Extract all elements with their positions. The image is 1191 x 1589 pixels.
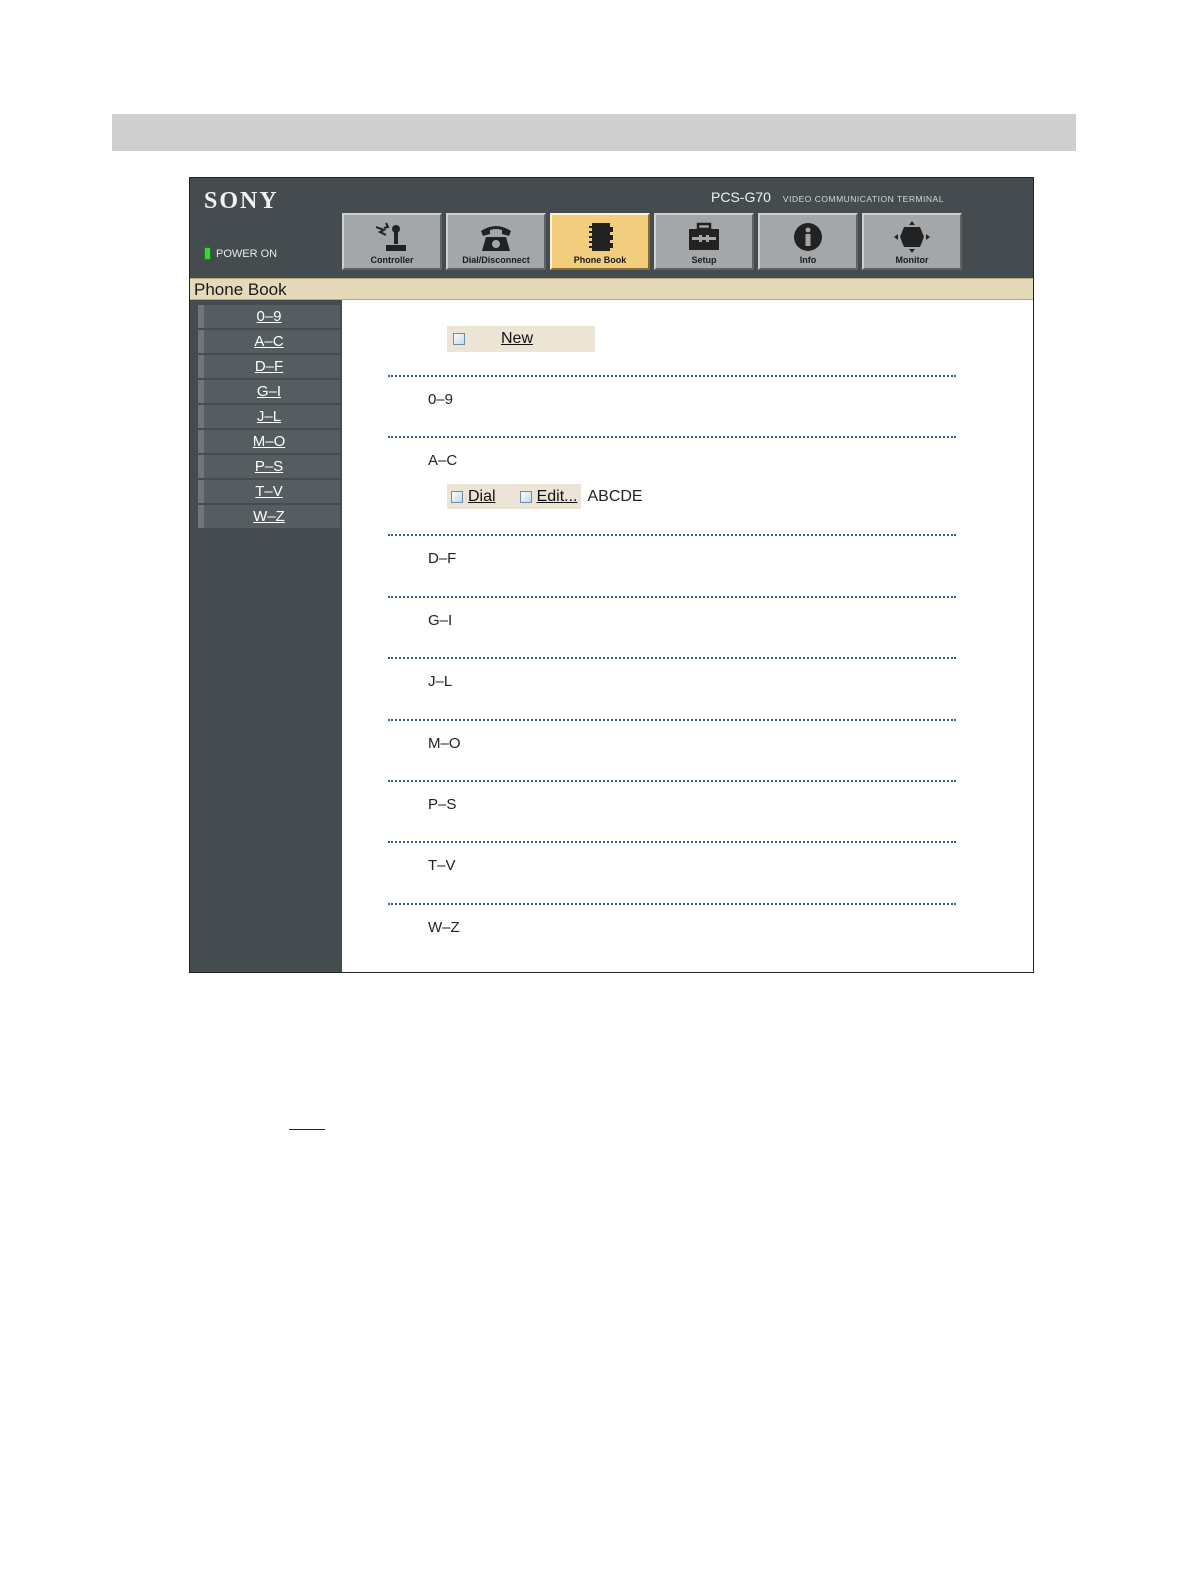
sidebar-item-label: J–L	[256, 408, 282, 425]
group-0-9: 0–9	[388, 375, 956, 408]
sidebar-item-a-c[interactable]: A–C	[198, 330, 340, 353]
info-icon	[794, 223, 822, 251]
group-heading: G–I	[428, 612, 453, 629]
model-info: PCS-G70 VIDEO COMMUNICATION TERMINAL	[711, 189, 944, 205]
sidebar-item-m-o[interactable]: M–O	[198, 430, 340, 453]
group-t-v: T–V	[388, 841, 956, 874]
sidebar-item-label: P–S	[254, 458, 284, 475]
sidebar-item-t-v[interactable]: T–V	[198, 480, 340, 503]
group-heading: T–V	[428, 857, 456, 874]
phone-book-content: New 0–9 A–C Dial Edit... ABCDE D–F G–I J…	[342, 300, 1033, 972]
tab-setup[interactable]: Setup	[654, 213, 754, 270]
group-heading: M–O	[428, 735, 461, 752]
tab-dial-disconnect[interactable]: Dial/Disconnect	[446, 213, 546, 270]
dial-button[interactable]: Dial	[447, 484, 500, 509]
group-heading: J–L	[428, 673, 453, 690]
tab-phone-book-label: Phone Book	[573, 255, 627, 265]
sidebar-item-j-l[interactable]: J–L	[198, 405, 340, 428]
main-toolbar: Controller Dial/Disconnect Phone Book Se…	[342, 213, 962, 270]
sony-logo: SONY	[204, 188, 279, 214]
power-status: POWER ON	[204, 247, 277, 260]
checkbox-icon	[453, 333, 465, 345]
sidebar-item-w-z[interactable]: W–Z	[198, 505, 340, 528]
group-heading: 0–9	[428, 391, 454, 408]
sidebar-item-g-i[interactable]: G–I	[198, 380, 340, 403]
sidebar-item-label: T–V	[255, 483, 283, 500]
sidebar-item-label: A–C	[254, 333, 284, 350]
edit-button[interactable]: Edit...	[499, 484, 582, 509]
group-d-f: D–F	[388, 534, 956, 567]
sidebar-item-label: M–O	[252, 433, 286, 450]
group-m-o: M–O	[388, 719, 956, 752]
terminal-window: SONY POWER ON PCS-G70 VIDEO COMMUNICATIO…	[189, 177, 1034, 973]
checkbox-icon	[451, 490, 463, 503]
power-label: POWER ON	[216, 247, 278, 260]
sidebar-item-label: G–I	[256, 383, 282, 400]
tab-monitor-label: Monitor	[895, 255, 929, 265]
sidebar-item-label: D–F	[254, 358, 284, 375]
controller-icon	[375, 222, 406, 251]
tab-monitor[interactable]: Monitor	[862, 213, 962, 270]
top-gray-bar	[112, 114, 1076, 151]
group-p-s: P–S	[388, 780, 956, 813]
new-entry-label: New	[501, 330, 534, 347]
monitor-icon	[894, 221, 930, 253]
tab-dial-disconnect-label: Dial/Disconnect	[462, 255, 530, 265]
toolbox-icon	[689, 222, 719, 250]
tab-controller[interactable]: Controller	[342, 213, 442, 270]
tab-controller-label: Controller	[370, 255, 414, 265]
page-underline-mark	[289, 1129, 325, 1130]
sidebar-item-label: 0–9	[256, 308, 282, 325]
sidebar: 0–9 A–C D–F G–I J–L M–O P–S T–V W–Z	[190, 300, 342, 972]
dial-label: Dial	[468, 487, 496, 505]
phone-book-icon	[589, 223, 613, 251]
group-j-l: J–L	[388, 657, 956, 690]
sidebar-item-label: W–Z	[253, 508, 285, 525]
tab-info-label: Info	[799, 255, 817, 265]
list-item: Dial Edit... ABCDE	[447, 484, 643, 509]
tab-phone-book[interactable]: Phone Book	[550, 213, 650, 270]
group-heading: D–F	[428, 550, 457, 567]
section-title-bar: Phone Book	[190, 278, 1033, 300]
group-a-c: A–C	[388, 436, 956, 469]
power-led-icon	[204, 247, 211, 260]
group-heading: P–S	[428, 796, 457, 813]
tab-info[interactable]: Info	[758, 213, 858, 270]
group-heading: W–Z	[428, 919, 460, 936]
group-g-i: G–I	[388, 596, 956, 629]
page-title: Phone Book	[194, 280, 287, 299]
telephone-icon	[481, 226, 511, 251]
group-heading: A–C	[428, 452, 458, 469]
tab-setup-label: Setup	[691, 255, 717, 265]
sidebar-item-d-f[interactable]: D–F	[198, 355, 340, 378]
entry-name: ABCDE	[587, 487, 643, 505]
model-subtitle: VIDEO COMMUNICATION TERMINAL	[782, 194, 944, 204]
edit-label: Edit...	[536, 487, 578, 505]
group-w-z: W–Z	[388, 903, 956, 936]
new-entry-button[interactable]: New	[447, 326, 595, 352]
model-name: PCS-G70	[711, 189, 771, 205]
checkbox-icon	[519, 490, 532, 503]
sidebar-item-p-s[interactable]: P–S	[198, 455, 340, 478]
header: SONY POWER ON PCS-G70 VIDEO COMMUNICATIO…	[190, 178, 1033, 278]
sidebar-item-0-9[interactable]: 0–9	[198, 305, 340, 328]
